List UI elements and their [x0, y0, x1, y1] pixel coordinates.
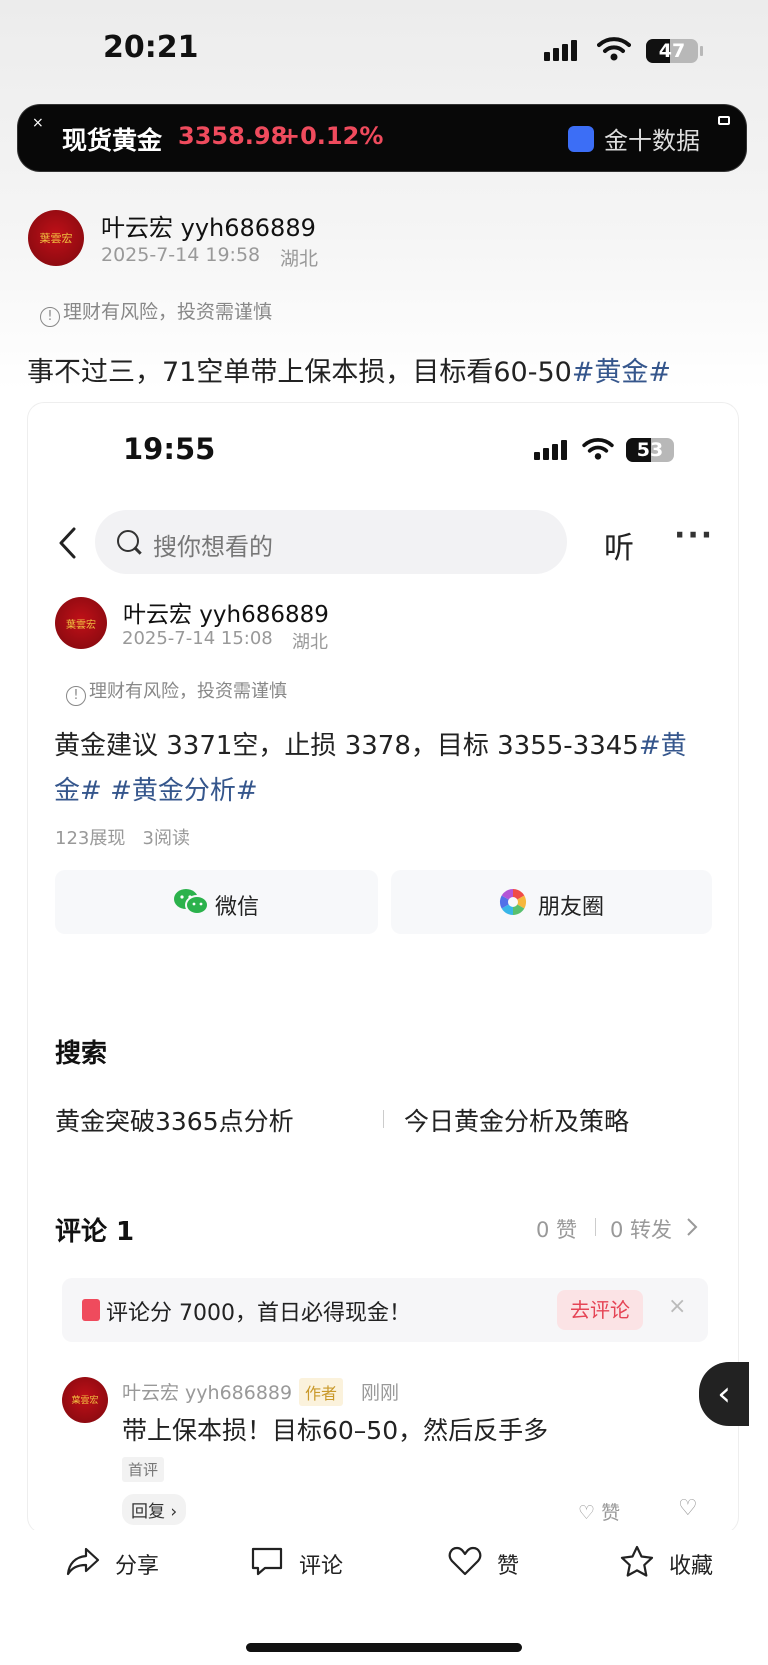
battery-cap	[700, 46, 703, 56]
status-time: 20:21	[103, 30, 199, 65]
comment-button[interactable]: 评论	[250, 1546, 343, 1582]
post-stats: 123展现 3阅读	[55, 828, 190, 849]
reply-button[interactable]: 回复 ›	[122, 1494, 187, 1525]
search-suggestion[interactable]: 今日黄金分析及策略	[404, 1102, 629, 1138]
home-indicator	[246, 1643, 522, 1652]
wechat-icon	[173, 887, 209, 923]
author-badge: 作者	[299, 1378, 344, 1406]
share-wechat-label: 微信	[215, 895, 260, 920]
wifi-icon	[582, 437, 614, 465]
comment-like-button[interactable]: ♡ 赞	[578, 1498, 620, 1525]
risk-notice: ! 理财有风险，投资需谨慎	[66, 677, 287, 706]
search-suggestion[interactable]: 黄金突破3365点分析	[55, 1102, 294, 1138]
share-moments-label: 朋友圈	[538, 895, 605, 920]
moments-icon	[499, 888, 527, 922]
like-count[interactable]: 0 赞	[536, 1214, 577, 1244]
comment-promo-banner[interactable]: 评论分 7000，首日必得现金！ 去评论 ×	[62, 1278, 708, 1342]
share-moments-button[interactable]: 朋友圈	[391, 870, 712, 934]
post-location: 湖北	[280, 248, 319, 270]
back-icon[interactable]	[56, 526, 78, 564]
ticker-source: 金十数据	[604, 127, 700, 155]
ticker-change: +0.12%	[280, 122, 384, 150]
comment-icon	[250, 1546, 284, 1582]
ticker-price: 3358.98	[178, 122, 288, 150]
wifi-icon	[597, 36, 631, 66]
info-icon: !	[40, 307, 60, 327]
share-wechat-button[interactable]: 微信	[55, 870, 378, 934]
red-envelope-icon	[82, 1299, 100, 1321]
favorite-button[interactable]: 收藏	[620, 1545, 713, 1583]
avatar[interactable]: 葉雲宏	[55, 597, 107, 649]
share-button[interactable]: 分享	[66, 1546, 159, 1582]
post-text: 黄金建议 3371空，止损 3378，目标 3355-3345#黄	[54, 731, 687, 761]
author-name[interactable]: 叶云宏 yyh686889	[123, 595, 329, 629]
star-icon	[620, 1545, 654, 1583]
more-icon[interactable]: ···	[674, 518, 714, 553]
banner-text: 评论分 7000，首日必得现金！	[106, 1301, 411, 1326]
close-icon[interactable]: ×	[668, 1294, 686, 1319]
divider	[383, 1110, 384, 1128]
risk-notice: ! 理财有风险，投资需谨慎	[40, 297, 272, 327]
battery-icon: 47	[646, 39, 698, 63]
gold-price-ticker[interactable]: × 现货黄金 3358.98 +0.12% 金十数据	[18, 105, 746, 171]
post-location: 湖北	[292, 632, 328, 653]
post-text: 事不过三，71空单带上保本损，目标看60-50#黄金#	[27, 357, 672, 388]
hashtag-gold[interactable]: #黄	[639, 731, 687, 761]
close-icon[interactable]: ×	[32, 115, 44, 131]
heart-icon[interactable]: ♡	[678, 1496, 698, 1521]
post-timestamp: 2025-7-14 15:08	[122, 628, 273, 649]
chevron-right-icon[interactable]	[686, 1217, 698, 1241]
comment-text: 带上保本损！目标60–50，然后反手多	[122, 1416, 549, 1445]
repost-count[interactable]: 0 转发	[610, 1214, 672, 1244]
avatar[interactable]: 葉雲宏	[28, 210, 84, 266]
comment-time: 刚刚	[361, 1382, 400, 1404]
hashtag-gold[interactable]: 金#	[54, 776, 102, 806]
post-timestamp: 2025-7-14 19:58	[101, 244, 261, 266]
go-comment-button[interactable]: 去评论	[557, 1290, 643, 1330]
comments-title: 评论 1	[55, 1217, 135, 1247]
screenshot-status-time: 19:55	[123, 432, 216, 466]
heart-icon: ♡	[578, 1502, 596, 1524]
first-comment-badge: 首评	[122, 1457, 165, 1482]
info-icon: !	[66, 686, 86, 706]
pip-window-icon[interactable]	[718, 116, 730, 125]
search-placeholder: 搜你想看的	[153, 533, 273, 561]
share-icon	[66, 1546, 100, 1582]
floating-collapse-button[interactable]: ‹	[699, 1362, 749, 1426]
ticker-name: 现货黄金	[62, 126, 163, 155]
avatar[interactable]: 葉雲宏	[62, 1377, 108, 1423]
battery-icon: 53	[626, 438, 674, 462]
like-button[interactable]: 赞	[448, 1546, 519, 1582]
hashtag-gold[interactable]: #黄金#	[572, 357, 671, 388]
author-name[interactable]: 叶云宏 yyh686889	[101, 208, 316, 243]
post-text-line2: 金# #黄金分析#	[54, 770, 258, 807]
divider	[595, 1218, 596, 1236]
cellular-signal-icon	[544, 40, 580, 61]
cellular-signal-icon	[534, 440, 570, 460]
jin10-logo-icon	[568, 126, 594, 152]
comment-username[interactable]: 叶云宏 yyh686889	[122, 1378, 292, 1405]
hashtag-gold-analysis[interactable]: #黄金分析#	[110, 776, 258, 806]
heart-icon	[448, 1546, 482, 1582]
search-section-title: 搜索	[55, 1039, 108, 1069]
listen-button[interactable]: 听	[604, 523, 634, 567]
search-input[interactable]: 搜你想看的	[95, 510, 567, 574]
